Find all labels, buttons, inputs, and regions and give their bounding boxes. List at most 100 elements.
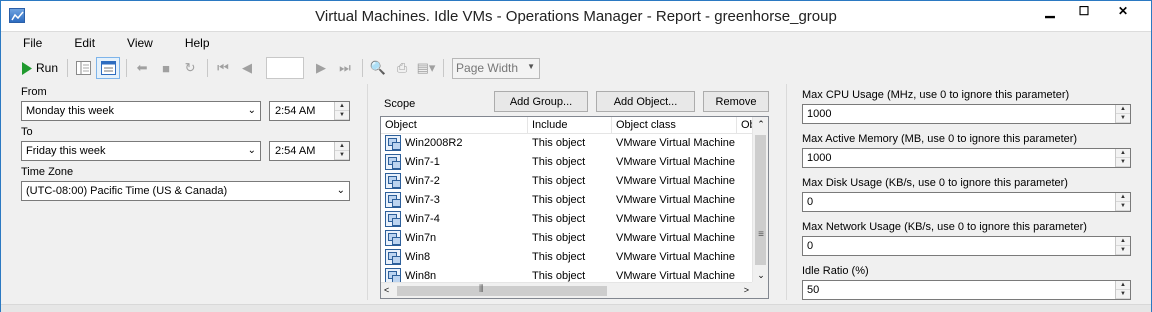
scroll-up-icon[interactable]: ⌃ [753,119,768,130]
virtual-machine-icon [385,211,401,227]
include-value: This object [532,270,586,282]
scroll-thumb[interactable] [755,135,766,265]
scope-object-list[interactable]: Object Include Object class Ob Win2008R2… [380,116,769,299]
timezone-select[interactable]: (UTC-08:00) Pacific Time (US & Canada) ⌄ [21,181,350,201]
list-item[interactable]: Win7n This object VMware Virtual Machine [381,229,753,248]
parameters-button[interactable] [96,57,121,79]
column-header-object[interactable]: Object [381,117,528,134]
zoom-select[interactable]: Page Width ▼ [452,57,541,79]
scroll-grip-icon: ≡ [758,229,764,240]
document-map-button[interactable] [72,57,94,79]
list-horizontal-scrollbar[interactable]: < ⦀ > [381,282,753,298]
list-item[interactable]: Win8 This object VMware Virtual Machine [381,248,753,267]
window-title: Virtual Machines. Idle VMs - Operations … [315,8,837,25]
scroll-left-icon[interactable]: < [384,285,389,295]
scroll-thumb[interactable] [397,286,607,296]
refresh-button[interactable]: ↻ [179,57,201,79]
window-controls: ▁ ☐ ✕ [1033,1,1145,21]
export-button[interactable]: ▤▾ [415,57,437,79]
toolbar-separator [67,59,69,77]
first-page-button[interactable]: ⏮ [212,57,234,79]
max-cpu-value: 1000 [807,108,832,120]
to-time-input[interactable]: 2:54 AM ▲ ▼ [269,141,350,161]
list-item[interactable]: Win7-1 This object VMware Virtual Machin… [381,153,753,172]
to-date-select[interactable]: Friday this week ⌄ [21,141,261,161]
timezone-label: Time Zone [21,166,74,178]
max-network-input[interactable]: 0 ▲ ▼ [802,236,1131,256]
list-item[interactable]: Win2008R2 This object VMware Virtual Mac… [381,134,753,153]
list-item[interactable]: Win7-2 This object VMware Virtual Machin… [381,172,753,191]
idle-ratio-spinner[interactable]: ▲ ▼ [1115,281,1130,299]
include-value: This object [532,232,586,244]
idle-ratio-input[interactable]: 50 ▲ ▼ [802,280,1131,300]
previous-page-button[interactable]: ◀ [236,57,258,79]
spin-down-icon: ▼ [1116,202,1130,211]
scroll-corner [752,282,768,298]
spin-down-icon: ▼ [1116,114,1130,123]
add-object-button[interactable]: Add Object... [596,91,695,112]
list-item[interactable]: Win7-3 This object VMware Virtual Machin… [381,191,753,210]
list-item[interactable]: Win7-4 This object VMware Virtual Machin… [381,210,753,229]
spin-up-icon: ▲ [1116,237,1130,246]
refresh-icon: ↻ [184,60,196,75]
scroll-down-icon[interactable]: ⌄ [753,270,768,281]
scope-label: Scope [384,98,416,110]
object-name: Win8 [405,251,431,263]
remove-button[interactable]: Remove [703,91,769,112]
max-disk-input[interactable]: 0 ▲ ▼ [802,192,1131,212]
print-preview-button[interactable]: 🔍 [367,57,389,79]
list-vertical-scrollbar[interactable]: ⌃ ≡ ⌄ [752,117,768,283]
scroll-right-icon[interactable]: > [744,285,749,295]
include-value: This object [532,213,586,225]
idle-ratio-value: 50 [807,284,820,296]
spin-up-icon: ▲ [1116,281,1130,290]
object-name: Win7-4 [405,213,440,225]
from-date-value: Monday this week [26,105,115,117]
menu-bar: File Edit View Help [1,32,1151,54]
spin-up-icon: ▲ [1116,193,1130,202]
close-button[interactable]: ✕ [1101,1,1145,21]
chevron-down-icon: ⌄ [247,145,256,156]
max-memory-input[interactable]: 1000 ▲ ▼ [802,148,1131,168]
maximize-button[interactable]: ☐ [1067,1,1101,21]
export-icon: ▤▾ [416,60,436,75]
parameters-scrollbar[interactable] [1136,82,1151,304]
list-header: Object Include Object class Ob [381,117,756,134]
include-value: This object [532,175,586,187]
from-date-select[interactable]: Monday this week ⌄ [21,101,261,121]
to-time-spinner[interactable]: ▲ ▼ [334,142,349,160]
from-time-input[interactable]: 2:54 AM ▲ ▼ [269,101,350,121]
next-page-button[interactable]: ▶ [310,57,332,79]
last-page-button[interactable]: ⏭ [334,57,356,79]
menu-file[interactable]: File [15,34,46,52]
chevron-down-icon: ⌄ [247,105,256,116]
page-number-input[interactable] [266,57,305,79]
parameters-panel: From Monday this week ⌄ 2:54 AM ▲ ▼ To Fr… [1,82,1151,304]
spin-down-icon: ▼ [335,111,349,120]
printer-icon: ⎙ [396,60,408,75]
column-header-include[interactable]: Include [528,117,612,134]
menu-edit[interactable]: Edit [66,34,99,52]
menu-help[interactable]: Help [177,34,214,52]
virtual-machine-icon [385,135,401,151]
max-disk-spinner[interactable]: ▲ ▼ [1115,193,1130,211]
back-button[interactable]: ⬅ [131,57,153,79]
toolbar-separator [207,59,209,77]
virtual-machine-icon [385,249,401,265]
stop-button[interactable]: ■ [155,57,177,79]
section-divider [367,84,368,300]
column-header-object-class[interactable]: Object class [612,117,737,134]
back-arrow-icon: ⬅ [136,60,148,75]
max-memory-spinner[interactable]: ▲ ▼ [1115,149,1130,167]
minimize-button[interactable]: ▁ [1033,1,1067,21]
menu-view[interactable]: View [119,34,157,52]
from-time-spinner[interactable]: ▲ ▼ [334,102,349,120]
previous-page-icon: ◀ [242,60,253,75]
max-network-spinner[interactable]: ▲ ▼ [1115,237,1130,255]
title-bar: Virtual Machines. Idle VMs - Operations … [1,1,1151,32]
run-button[interactable]: Run [19,57,61,79]
max-cpu-input[interactable]: 1000 ▲ ▼ [802,104,1131,124]
print-button[interactable]: ⎙ [391,57,413,79]
add-group-button[interactable]: Add Group... [494,91,588,112]
max-cpu-spinner[interactable]: ▲ ▼ [1115,105,1130,123]
